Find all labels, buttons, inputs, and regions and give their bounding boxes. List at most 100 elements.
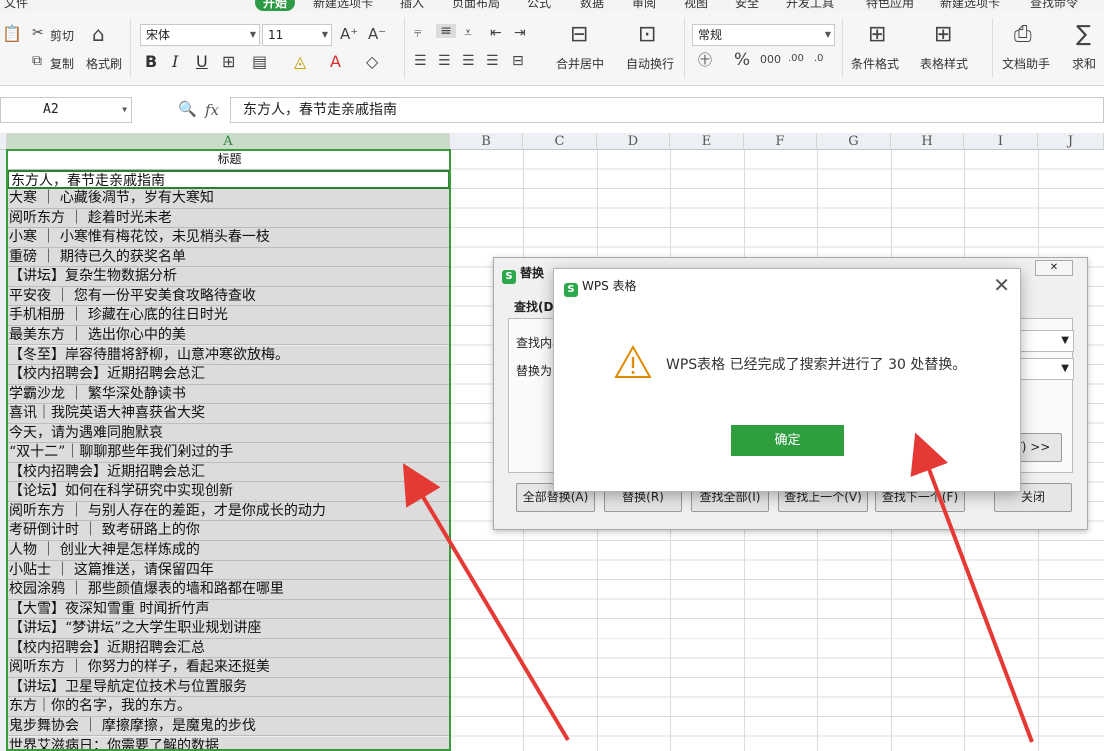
column-header-g[interactable]: G bbox=[817, 133, 891, 150]
ok-button[interactable]: 确定 bbox=[731, 425, 844, 456]
table-row[interactable]: 阅听东方 ｜ 趁着时光未老 bbox=[7, 208, 450, 229]
decrease-decimal-icon[interactable]: .0 bbox=[814, 54, 824, 64]
table-row[interactable]: 【校内招聘会】近期招聘会总汇 bbox=[7, 462, 450, 483]
table-row[interactable]: 【校内招聘会】近期招聘会汇总 bbox=[7, 638, 450, 659]
number-format-select[interactable]: 常规 ▼ bbox=[692, 24, 835, 46]
table-row[interactable]: 阅听东方 ｜ 你努力的样子，看起来还挺美 bbox=[7, 658, 450, 678]
justify-icon[interactable]: ☰ bbox=[486, 54, 499, 68]
table-row[interactable]: 鬼步舞协会 ｜ 摩擦摩擦，是魔鬼的步伐 bbox=[7, 716, 450, 737]
sum-icon[interactable]: ∑ bbox=[1076, 24, 1091, 46]
align-top-icon[interactable]: ⫧ bbox=[414, 26, 422, 40]
indent-increase-icon[interactable]: ⇥ bbox=[514, 26, 526, 40]
column-header-i[interactable]: I bbox=[964, 133, 1038, 150]
indent-decrease-icon[interactable]: ⇤ bbox=[490, 26, 502, 40]
thousands-icon[interactable]: 000 bbox=[760, 54, 781, 65]
border-icon[interactable]: ⊞ bbox=[222, 54, 235, 70]
table-row[interactable]: 大寒 ｜ 心藏後凋节，岁有大寒知 bbox=[7, 189, 450, 209]
table-row[interactable]: 【论坛】如何在科学研究中实现创新 bbox=[7, 482, 450, 502]
table-row[interactable]: 【讲坛】卫星导航定位技术与位置服务 bbox=[7, 677, 450, 698]
format-painter-icon[interactable]: ⌂ bbox=[92, 24, 105, 44]
row-headers[interactable] bbox=[0, 150, 7, 751]
font-name-select[interactable]: 宋体 ▼ bbox=[140, 24, 260, 46]
font-color-icon[interactable]: A bbox=[330, 54, 341, 70]
align-bottom-icon[interactable]: ⩡ bbox=[464, 26, 472, 40]
font-grow-icon[interactable]: A⁺ bbox=[340, 27, 358, 42]
table-row[interactable]: 平安夜 ｜ 您有一份平安美食攻略待查收 bbox=[7, 286, 450, 307]
table-row[interactable]: 小贴士 ｜ 这篇推送，请保留四年 bbox=[7, 560, 450, 581]
copy-icon[interactable]: ⧉ bbox=[32, 54, 42, 68]
table-row[interactable]: 最美东方 ｜ 选出你心中的美 bbox=[7, 325, 450, 346]
currency-icon[interactable]: ㊉ bbox=[698, 54, 712, 68]
table-row[interactable]: 今天，请为遇难同胞默哀 bbox=[7, 423, 450, 444]
percent-icon[interactable]: % bbox=[734, 52, 750, 69]
wrap-text-icon[interactable]: ⊡ bbox=[638, 24, 656, 46]
column-header-d[interactable]: D bbox=[597, 133, 670, 150]
merge-cells-icon[interactable]: ⊟ bbox=[570, 24, 588, 46]
table-row[interactable]: 考研倒计时 ｜ 致考研路上的你 bbox=[7, 521, 450, 541]
find-input[interactable]: ▼ bbox=[1014, 330, 1074, 352]
doc-helper-icon[interactable]: ⎙ bbox=[1014, 24, 1032, 46]
header-cell[interactable]: 标题 bbox=[7, 150, 450, 170]
replace-dialog-close-button[interactable]: ✕ bbox=[1035, 260, 1073, 276]
zoom-icon[interactable]: 🔍 bbox=[178, 102, 197, 117]
menu-special[interactable]: 特色应用 bbox=[866, 0, 914, 11]
doc-helper-button[interactable]: 文档助手 bbox=[1002, 55, 1050, 72]
column-header-f[interactable]: F bbox=[744, 133, 817, 150]
italic-button[interactable]: I bbox=[172, 52, 178, 71]
corner-cell[interactable] bbox=[0, 133, 7, 150]
table-row[interactable]: 学霸沙龙 ｜ 繁华深处静读书 bbox=[7, 384, 450, 405]
conditional-format-icon[interactable]: ⊞ bbox=[868, 24, 886, 46]
copy-button[interactable]: 复制 bbox=[50, 55, 74, 72]
table-row[interactable]: 小寒 ｜ 小寒惟有梅花饺，未见梢头春一枝 bbox=[7, 228, 450, 248]
column-header-j[interactable]: J bbox=[1038, 133, 1104, 150]
table-row[interactable]: 手机相册 ｜ 珍藏在心底的往日时光 bbox=[7, 306, 450, 326]
scissors-icon[interactable]: ✂ bbox=[32, 26, 44, 40]
name-box[interactable]: A2 ▼ bbox=[0, 97, 132, 123]
table-row[interactable]: 【讲坛】复杂生物数据分析 bbox=[7, 267, 450, 287]
table-row[interactable]: 【校内招聘会】近期招聘会总汇 bbox=[7, 365, 450, 385]
column-header-h[interactable]: H bbox=[891, 133, 964, 150]
table-row[interactable]: 重磅 ｜ 期待已久的获奖名单 bbox=[7, 247, 450, 268]
menu-view[interactable]: 视图 bbox=[684, 0, 708, 11]
table-row[interactable]: “双十二”｜聊聊那些年我们剁过的手 bbox=[7, 443, 450, 463]
table-row[interactable]: 【冬至】岸容待腊将舒柳，山意冲寒欲放梅。 bbox=[7, 345, 450, 366]
table-row[interactable]: 【讲坛】“梦讲坛”之大学生职业规划讲座 bbox=[7, 619, 450, 639]
menu-formula[interactable]: 公式 bbox=[527, 0, 551, 11]
align-middle-icon[interactable]: ≡ bbox=[436, 24, 456, 38]
table-row[interactable]: 东方｜你的名字，我的东方。 bbox=[7, 697, 450, 717]
table-style-icon[interactable]: ⊞ bbox=[934, 24, 952, 46]
bold-button[interactable]: B bbox=[145, 52, 157, 71]
table-row[interactable]: 世界艾滋病日：你需要了解的数据 bbox=[7, 736, 450, 751]
table-row[interactable]: 人物 ｜ 创业大神是怎样炼成的 bbox=[7, 541, 450, 561]
align-left-icon[interactable]: ☰ bbox=[414, 54, 427, 68]
cut-button[interactable]: 剪切 bbox=[50, 27, 74, 44]
align-center-icon[interactable]: ☰ bbox=[438, 54, 451, 68]
menu-review[interactable]: 审阅 bbox=[632, 0, 656, 11]
table-style-button[interactable]: 表格样式 bbox=[920, 55, 968, 72]
menu-dev-tools[interactable]: 开发工具 bbox=[786, 0, 834, 11]
column-header-a[interactable]: A bbox=[7, 133, 450, 150]
table-row[interactable]: 阅听东方 ｜ 与别人存在的差距，才是你成长的动力 bbox=[7, 501, 450, 522]
menu-insert[interactable]: 插入 bbox=[400, 0, 424, 11]
menu-file[interactable]: 文件 bbox=[4, 0, 28, 11]
conditional-format-button[interactable]: 条件格式 bbox=[851, 55, 899, 72]
font-shrink-icon[interactable]: A⁻ bbox=[368, 27, 386, 42]
table-row[interactable]: 校园涂鸦 ｜ 那些颜值爆表的墙和路都在哪里 bbox=[7, 580, 450, 600]
fx-icon[interactable]: fx bbox=[205, 101, 219, 119]
font-size-select[interactable]: 11 ▼ bbox=[262, 24, 332, 46]
menu-search-command[interactable]: 查找命令 bbox=[1030, 0, 1078, 11]
sum-button[interactable]: 求和 bbox=[1072, 55, 1096, 72]
active-cell[interactable]: 东方人，春节走亲戚指南 bbox=[7, 169, 450, 190]
formula-input[interactable]: 东方人，春节走亲戚指南 bbox=[230, 97, 1104, 123]
menu-page-layout[interactable]: 页面布局 bbox=[452, 0, 500, 11]
column-header-b[interactable]: B bbox=[450, 133, 523, 150]
menu-new-tab-2[interactable]: 新建选项卡 bbox=[940, 0, 1000, 11]
eraser-icon[interactable]: ◇ bbox=[366, 54, 378, 70]
column-header-c[interactable]: C bbox=[523, 133, 597, 150]
menu-security[interactable]: 安全 bbox=[735, 0, 759, 11]
wrap-text-button[interactable]: 自动换行 bbox=[626, 55, 674, 72]
menu-new-tab[interactable]: 新建选项卡 bbox=[313, 0, 373, 11]
merge-center-button[interactable]: 合并居中 bbox=[556, 55, 604, 72]
table-row[interactable]: 【大雪】夜深知雪重 时闻折竹声 bbox=[7, 599, 450, 620]
column-header-e[interactable]: E bbox=[670, 133, 744, 150]
